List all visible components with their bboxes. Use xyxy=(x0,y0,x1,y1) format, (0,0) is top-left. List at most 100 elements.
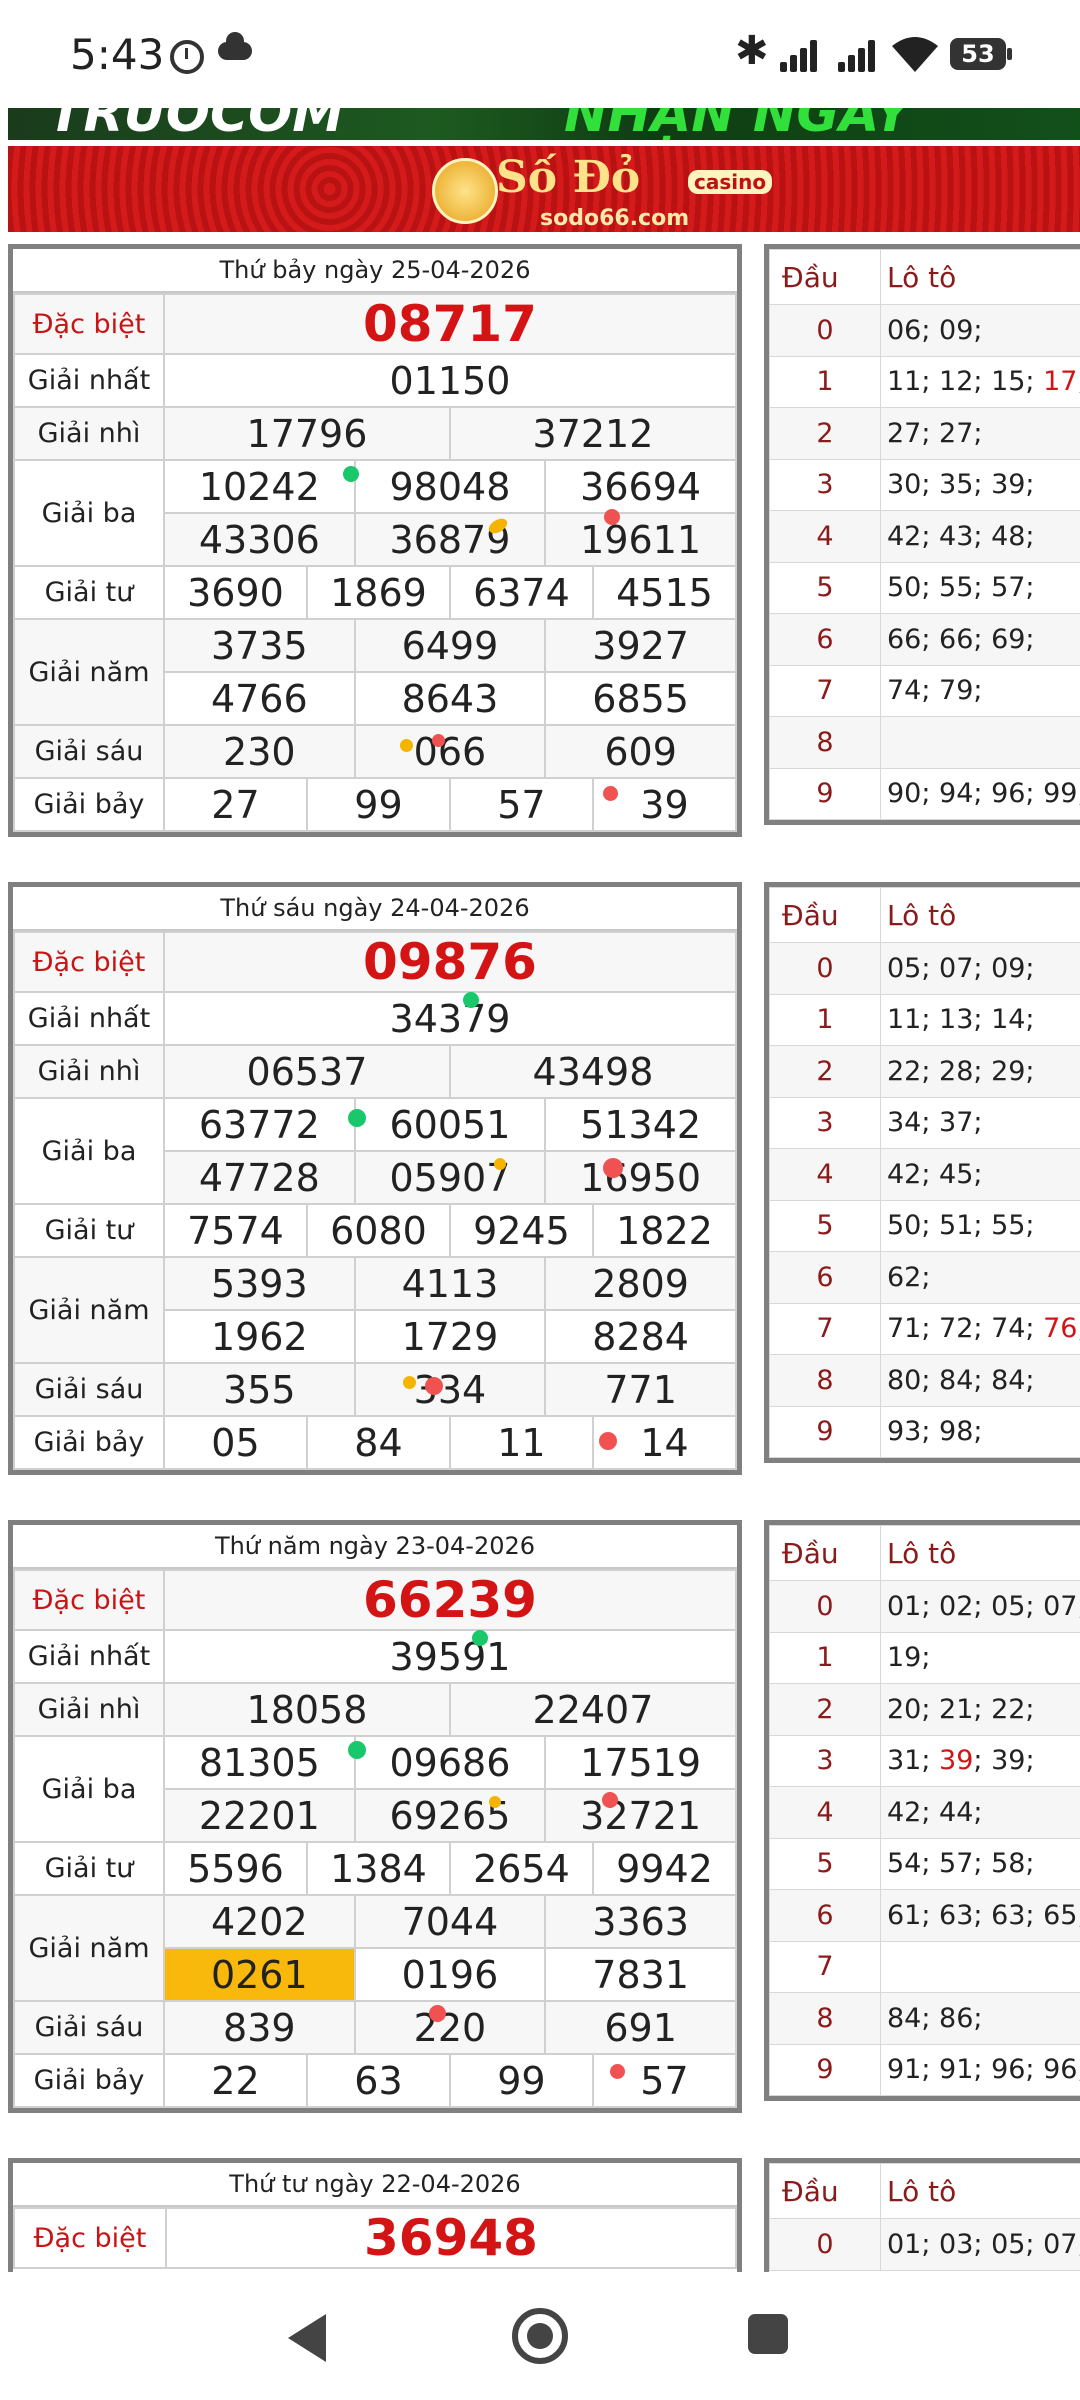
loto-values: 90; 94; 96; 99; xyxy=(880,767,1080,820)
loto-head-loto: Lô tô xyxy=(880,2163,1080,2219)
loto-values-text: 22; 28; 29; xyxy=(887,1055,1035,1087)
first-prize-value: 39591 xyxy=(163,1629,737,1684)
loto-row: 991; 91; 96; 96; 9 xyxy=(769,2043,1080,2096)
loto-values: 80; 84; 84; xyxy=(880,1354,1080,1407)
day-header: Thứ tư ngày 22-04-2026 xyxy=(13,2163,737,2207)
day-header: Thứ bảy ngày 25-04-2026 xyxy=(13,249,737,293)
loto-values-text: 30; 35; 39; xyxy=(887,469,1035,501)
loto-values: 42; 43; 48; xyxy=(880,510,1080,563)
prize-label-g7: Giải bảy xyxy=(13,777,165,832)
first-prize-value: 34379 xyxy=(163,991,737,1046)
fifth-prize-value: 3927 xyxy=(544,618,737,673)
casino-logo-badge: casino xyxy=(688,170,773,194)
back-icon[interactable] xyxy=(288,2314,326,2362)
loto-head-digit: 4 xyxy=(769,1148,881,1201)
loto-values: 50; 55; 57; xyxy=(880,561,1080,614)
sixth-prize-value: 220 xyxy=(353,2000,547,2055)
loto-values-text: 11; 13; 14; xyxy=(887,1004,1035,1036)
fourth-prize-value: 2654 xyxy=(448,1841,594,1896)
loto-head-digit: 5 xyxy=(769,1199,881,1252)
prize-label-g2: Giải nhì xyxy=(13,406,165,461)
sixth-prize-value: 334 xyxy=(353,1362,547,1417)
loto-values-text: 05; 07; 09; xyxy=(887,952,1035,984)
loto-head-digit: 0 xyxy=(769,942,881,995)
loto-row: 8 80; 84; 84; xyxy=(769,1354,1080,1407)
loto-values-text: 84; 86; xyxy=(887,2002,983,2034)
loto-head-digit: 0 xyxy=(769,1580,881,1633)
loto-values: 31; 39; 39; xyxy=(880,1734,1080,1787)
loto-head-digit: 3 xyxy=(769,458,881,511)
prize-label-g4: Giải tư xyxy=(13,1203,165,1258)
loto-values: 54; 57; 58; xyxy=(880,1837,1080,1890)
loto-row: 0 06; 09; xyxy=(769,304,1080,357)
fourth-prize-value: 9245 xyxy=(448,1203,594,1258)
loto-values-text: 80; 84; 84; xyxy=(887,1364,1035,1396)
loto-row: 3 34; 37; xyxy=(769,1096,1080,1149)
loto-row: 4 42; 43; 48; xyxy=(769,510,1080,563)
loto-head-digit: 4 xyxy=(769,510,881,563)
casino-logo-icon xyxy=(432,158,498,224)
loto-row: 2 20; 21; 22; xyxy=(769,1683,1080,1736)
prize-row: Giải nhất 39591 xyxy=(13,1629,737,1684)
loto-head-digit: 3 xyxy=(769,1734,881,1787)
third-prize-value: 60051 xyxy=(353,1097,547,1152)
loto-row: 6 61; 63; 63; 65; xyxy=(769,1889,1080,1942)
loto-values: 74; 79; xyxy=(880,664,1080,717)
loto-row: 7 xyxy=(769,1940,1080,1993)
loto-values: 84; 86; xyxy=(880,1992,1080,2045)
prize-row: Giải năm 5393 4113 2809 xyxy=(13,1256,737,1364)
prize-label-g6: Giải sáu xyxy=(13,1362,165,1417)
loto-row: 9 90; 94; 96; 99; xyxy=(769,767,1080,820)
prize-row: Giải nhì 06537 43498 xyxy=(13,1044,738,1099)
loto-values-text: 06; 09; xyxy=(887,314,983,346)
loto-values-text: 11; 12; 15; xyxy=(887,366,1044,398)
fifth-prize-value: 7044 xyxy=(353,1894,547,1949)
loto-head-dau: Đầu xyxy=(769,2163,881,2219)
prize-row: Giải nhất 01150 xyxy=(13,353,737,408)
bluetooth-icon: ✱ xyxy=(735,28,769,74)
loto-head-digit: 9 xyxy=(769,767,881,820)
prize-label-db: Đặc biệt xyxy=(13,1569,165,1631)
loto-values-text: 90; 94; 96; 99; xyxy=(887,778,1080,810)
loto-values-text: 01; 02; 05; 07; xyxy=(887,1590,1080,1622)
prize-label-g6: Giải sáu xyxy=(13,724,165,779)
prize-label-g1: Giải nhất xyxy=(13,991,165,1046)
fourth-prize-value: 1822 xyxy=(591,1203,738,1258)
sixth-prize-value: 066 xyxy=(353,724,547,779)
loto-values-text: 93; 98; xyxy=(887,1416,983,1448)
loto-values-text: 27; 27; xyxy=(887,417,983,449)
prize-label-g1: Giải nhất xyxy=(13,353,165,408)
loto-highlight-value: 39 xyxy=(939,1745,974,1777)
loto-row: 6 62; xyxy=(769,1251,1080,1304)
fifth-prize-value: 8643 xyxy=(353,671,547,726)
loto-values: 34; 37; xyxy=(880,1096,1080,1149)
marker-dot xyxy=(603,786,618,801)
loto-table: Đầu Lô tô 0 01; 02; 05; 07; 1 19; 2 20; 21; 22;… xyxy=(764,1520,1080,2101)
loto-highlight-value: 76 xyxy=(1043,1313,1078,1345)
seventh-prize-value: 63 xyxy=(305,2053,451,2108)
home-icon[interactable] xyxy=(512,2308,568,2364)
loto-head-digit: 4 xyxy=(769,1786,881,1839)
fifth-prize-value: 3363 xyxy=(544,1894,737,1949)
second-prize-value: 18058 xyxy=(163,1682,451,1737)
marker-dot xyxy=(472,1630,488,1646)
loto-head-digit: 8 xyxy=(769,716,881,769)
loto-head-digit: 5 xyxy=(769,1837,881,1890)
prize-row: Giải tư 5596 1384 2654 9942 xyxy=(13,1841,738,1896)
loto-values: 30; 35; 39; xyxy=(880,458,1080,511)
third-prize-value: 36694 xyxy=(544,459,737,514)
prize-row: Đặc biệt 66239 xyxy=(13,1569,737,1631)
loto-values: 66; 66; 69; xyxy=(880,613,1080,666)
loto-row: 5 54; 57; 58; xyxy=(769,1837,1080,1890)
prize-row: Giải tư 3690 1869 6374 4515 xyxy=(13,565,738,620)
loto-head-digit: 6 xyxy=(769,1251,881,1304)
prize-row: Giải sáu 839 220 691 xyxy=(13,2000,737,2055)
prize-label-g2: Giải nhì xyxy=(13,1682,165,1737)
loto-values-text: 42; 44; xyxy=(887,1796,983,1828)
status-bar: 5:43 ✱ 53 xyxy=(0,0,1080,108)
recent-apps-icon[interactable] xyxy=(748,2314,788,2354)
result-table: Thứ năm ngày 23-04-2026 Đặc biệt 66239 Giải… xyxy=(8,1520,742,2113)
prize-row: Giải nhì 18058 22407 xyxy=(13,1682,738,1737)
second-prize-value: 17796 xyxy=(163,406,451,461)
ad-banner-top[interactable]: TRUOCOM NHẬN NGAY xyxy=(8,108,1080,140)
